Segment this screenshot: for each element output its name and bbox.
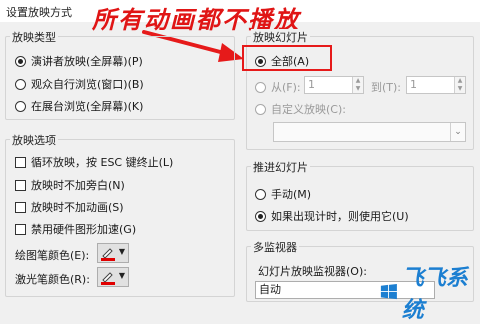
laser-color-swatch [101,282,115,285]
no-narration-checkbox[interactable] [15,179,26,191]
from-radio[interactable] [255,81,266,93]
pen-color-label: 绘图笔颜色(E): [15,249,90,262]
to-label: 到(T): [371,81,402,94]
monitor-label: 幻灯片放映监视器(O): [258,265,367,278]
to-value: 1 [410,78,417,91]
pen-icon [102,248,113,258]
window-radio[interactable] [15,78,26,90]
kiosk-radio[interactable] [15,100,26,112]
windows-logo-icon [380,283,397,300]
laser-color-label: 激光笔颜色(R): [15,273,90,286]
chevron-down-icon[interactable]: ⌄ [450,123,465,141]
show-type-legend: 放映类型 [10,29,58,45]
kiosk-label: 在展台浏览(全屏幕)(K) [31,100,144,113]
from-slides-option[interactable]: 从(F): [255,79,301,95]
spinner-arrows-icon[interactable]: ▲ ▼ [454,77,465,93]
advance-legend: 推进幻灯片 [251,159,310,175]
highlight-box [242,45,332,71]
manual-radio[interactable] [255,188,266,200]
no-narration-label: 放映时不加旁白(N) [31,179,125,192]
to-spinner[interactable]: 1 ▲ ▼ [406,76,466,94]
disable-hw-accel-checkbox[interactable] [15,223,26,235]
no-narration-option[interactable]: 放映时不加旁白(N) [15,177,125,193]
presenter-radio[interactable] [15,55,26,67]
loop-label: 循环放映，按 ESC 键终止(L) [31,156,174,169]
timings-radio[interactable] [255,210,266,222]
manual-label: 手动(M) [271,188,312,201]
pen-color-button[interactable]: ▼ [97,243,129,263]
from-value: 1 [308,78,315,91]
show-type-option-window[interactable]: 观众自行浏览(窗口)(B) [15,76,144,92]
disable-hw-accel-label: 禁用硬件图形加速(G) [31,223,137,236]
monitor-value: 自动 [259,283,281,296]
spinner-arrows-icon[interactable]: ▲ ▼ [352,77,363,93]
show-options-legend: 放映选项 [10,132,58,148]
from-label: 从(F): [271,81,301,94]
chevron-down-icon: ▼ [118,247,125,256]
show-type-option-kiosk[interactable]: 在展台浏览(全屏幕)(K) [15,98,143,114]
custom-show-radio[interactable] [255,103,266,115]
pen-color-swatch [101,258,115,261]
disable-hw-accel-option[interactable]: 禁用硬件图形加速(G) [15,221,136,237]
show-slides-legend: 放映幻灯片 [251,29,310,45]
presenter-label: 演讲者放映(全屏幕)(P) [31,55,143,68]
pen-icon [102,272,113,282]
laser-color-button[interactable]: ▼ [97,267,129,287]
timings-label: 如果出现计时，则使用它(U) [271,210,409,223]
monitors-legend: 多监视器 [251,239,299,255]
no-animation-label: 放映时不加动画(S) [31,201,124,214]
no-animation-option[interactable]: 放映时不加动画(S) [15,199,124,215]
custom-show-label: 自定义放映(C): [271,103,346,116]
window-label: 观众自行浏览(窗口)(B) [31,78,144,91]
custom-show-select[interactable]: ⌄ [273,122,466,142]
custom-show-option[interactable]: 自定义放映(C): [255,101,346,117]
chevron-down-icon: ▼ [118,271,125,280]
watermark: 飞飞系统 [380,260,480,324]
advance-timings-option[interactable]: 如果出现计时，则使用它(U) [255,208,409,224]
window-title: 设置放映方式 [6,6,72,19]
advance-manual-option[interactable]: 手动(M) [255,186,311,202]
no-animation-checkbox[interactable] [15,201,26,213]
from-spinner[interactable]: 1 ▲ ▼ [304,76,364,94]
loop-checkbox[interactable] [15,156,26,168]
show-type-option-presenter[interactable]: 演讲者放映(全屏幕)(P) [15,53,143,69]
loop-option[interactable]: 循环放映，按 ESC 键终止(L) [15,154,173,170]
watermark-text: 飞飞系统 [401,266,468,323]
